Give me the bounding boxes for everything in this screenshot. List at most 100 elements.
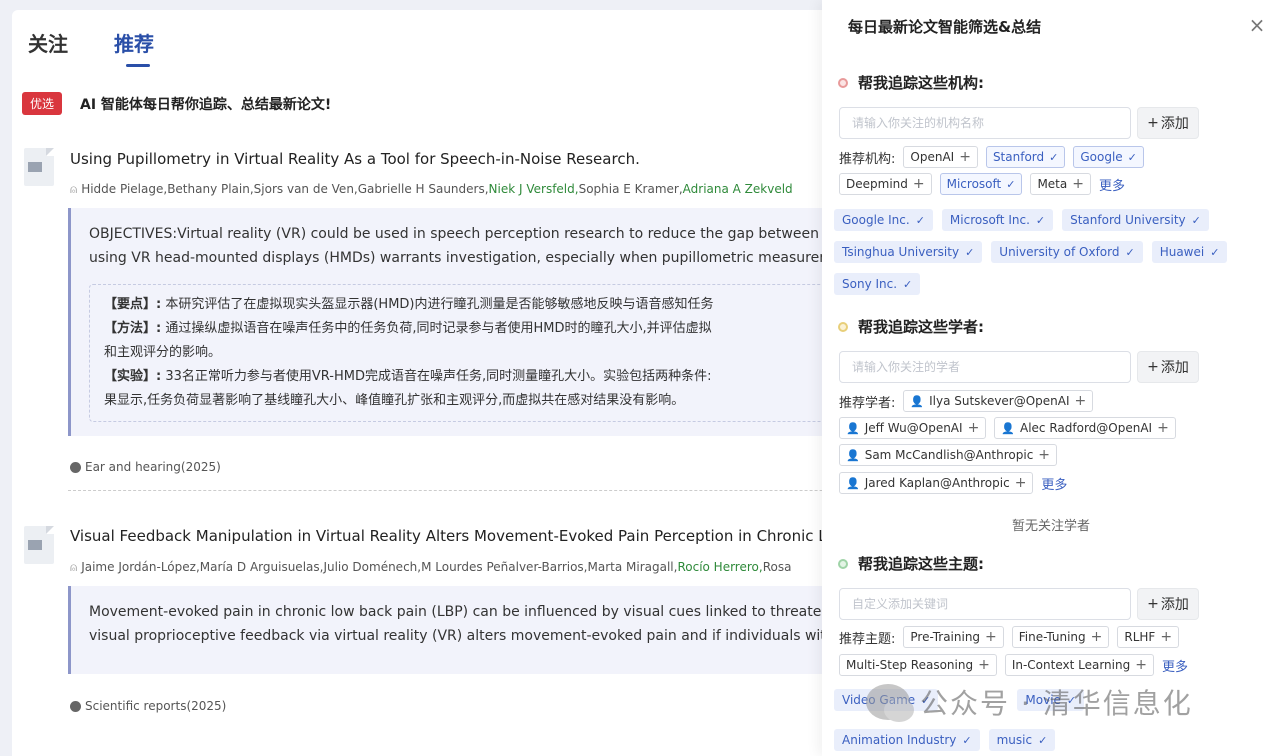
topic-chip[interactable]: Pre-Training + bbox=[903, 626, 1004, 648]
check-icon: ✓ bbox=[1125, 245, 1135, 259]
author-list: ⍝ Jaime Jordán-López, María D Arguisuela… bbox=[70, 560, 791, 575]
more-institutions-link[interactable]: 更多 bbox=[1099, 175, 1125, 194]
scholar-chip[interactable]: 👤 Alec Radford@OpenAI + bbox=[994, 417, 1176, 439]
journal-name: Scientific reports(2025) bbox=[85, 699, 227, 713]
chip-label: Sam McCandlish@Anthropic bbox=[864, 448, 1034, 462]
add-institution-button[interactable]: + 添加 bbox=[1137, 107, 1199, 139]
chip-label: Microsoft bbox=[946, 177, 1002, 191]
author-highlighted[interactable]: Rocío Herrero, bbox=[677, 560, 762, 575]
paper-title[interactable]: Visual Feedback Manipulation in Virtual … bbox=[70, 527, 836, 545]
topic-chip[interactable]: In-Context Learning + bbox=[1004, 654, 1154, 676]
summary-line: 和主观评分的影响。 bbox=[104, 341, 834, 365]
author[interactable]: Sjors van de Ven, bbox=[254, 182, 358, 197]
summary-text: 33名正常听力参与者使用VR-HMD完成语音在噪声任务,同时测量瞳孔大小。实验包… bbox=[165, 369, 712, 384]
close-icon[interactable]: × bbox=[1246, 14, 1268, 36]
add-topic-button[interactable]: + 添加 bbox=[1137, 588, 1199, 620]
add-label: 添加 bbox=[1160, 597, 1189, 613]
section-topics-heading: 帮我追踪这些主题: bbox=[838, 553, 984, 574]
scholar-chip[interactable]: 👤 Ilya Sutskever@OpenAI + bbox=[903, 390, 1094, 412]
recommended-institutions-row: Deepmind + Microsoft ✓ Meta + 更多 bbox=[839, 173, 1125, 195]
rec-label: 推荐机构: bbox=[839, 151, 896, 167]
author[interactable]: María D Arguisuelas, bbox=[200, 560, 324, 575]
author-highlighted[interactable]: Adriana A Zekveld bbox=[683, 182, 793, 197]
feed-tabs: 关注 推荐 bbox=[28, 28, 154, 67]
summary-text: 本研究评估了在虚拟现实头盔显示器(HMD)内进行瞳孔测量是否能够敏感地反映与语音… bbox=[165, 297, 714, 312]
person-icon: 👤 bbox=[910, 394, 925, 408]
rec-label: 推荐主题: bbox=[839, 631, 896, 647]
topic-keyword-input[interactable] bbox=[839, 588, 1131, 620]
more-topics-link[interactable]: 更多 bbox=[1162, 656, 1188, 675]
plus-icon: + bbox=[1074, 393, 1087, 409]
topic-chip[interactable]: RLHF + bbox=[1117, 626, 1180, 648]
tab-follow[interactable]: 关注 bbox=[28, 28, 68, 57]
selected-institution-tag[interactable]: University of Oxford ✓ bbox=[991, 241, 1143, 263]
institution-chip-stanford[interactable]: Stanford ✓ bbox=[985, 146, 1066, 168]
add-scholar-button[interactable]: + 添加 bbox=[1137, 351, 1199, 383]
more-scholars-link[interactable]: 更多 bbox=[1041, 474, 1067, 493]
summary-line: 【实验】: 33名正常听力参与者使用VR-HMD完成语音在噪声任务,同时测量瞳孔… bbox=[104, 365, 834, 389]
author[interactable]: Rosa bbox=[763, 560, 792, 575]
author[interactable]: M Lourdes Peñalver-Barrios, bbox=[421, 560, 587, 575]
chip-label: Deepmind bbox=[846, 177, 908, 191]
author[interactable]: Sophia E Kramer, bbox=[579, 182, 683, 197]
tag-label: Microsoft Inc. bbox=[949, 213, 1030, 227]
institution-chip-google[interactable]: Google ✓ bbox=[1073, 146, 1144, 168]
author[interactable]: Marta Miragall, bbox=[588, 560, 678, 575]
user-icon: ⍝ bbox=[70, 560, 78, 574]
author-list: ⍝ Hidde Pielage, Bethany Plain, Sjors va… bbox=[70, 182, 793, 197]
plus-icon: + bbox=[1072, 176, 1084, 192]
scholar-chip[interactable]: 👤 Jeff Wu@OpenAI + bbox=[839, 417, 987, 439]
chip-label: Google bbox=[1080, 150, 1123, 164]
paper-title[interactable]: Using Pupillometry in Virtual Reality As… bbox=[70, 150, 640, 168]
institution-chip-meta[interactable]: Meta + bbox=[1030, 173, 1091, 195]
selected-institution-tag[interactable]: Huawei ✓ bbox=[1151, 241, 1228, 263]
check-icon: ✓ bbox=[1049, 150, 1059, 164]
check-icon: ✓ bbox=[915, 213, 925, 227]
check-icon: ✓ bbox=[1006, 177, 1016, 191]
selected-institution-tag[interactable]: Google Inc. ✓ bbox=[834, 209, 933, 231]
recommended-institutions-row: 推荐机构: OpenAI + Stanford ✓ Google ✓ bbox=[839, 146, 1144, 168]
tag-label: Animation Industry bbox=[842, 733, 957, 747]
institution-input[interactable] bbox=[839, 107, 1131, 139]
selected-institution-tag[interactable]: Microsoft Inc. ✓ bbox=[941, 209, 1054, 231]
author-highlighted[interactable]: Niek J Versfeld, bbox=[489, 182, 579, 197]
topic-chip[interactable]: Multi-Step Reasoning + bbox=[839, 654, 997, 676]
check-icon: ✓ bbox=[962, 733, 972, 747]
summary-key: 【方法】: bbox=[104, 321, 162, 336]
chip-label: OpenAI bbox=[910, 150, 955, 164]
author[interactable]: Hidde Pielage, bbox=[81, 182, 167, 197]
recommended-topics-row: Multi-Step Reasoning + In-Context Learnin… bbox=[839, 654, 1188, 676]
chip-label: RLHF bbox=[1124, 630, 1156, 644]
tag-label: Google Inc. bbox=[842, 213, 910, 227]
institution-chip-deepmind[interactable]: Deepmind + bbox=[839, 173, 932, 195]
rec-label: 推荐学者: bbox=[839, 395, 896, 411]
selected-institution-tag[interactable]: Tsinghua University ✓ bbox=[834, 241, 983, 263]
selected-topic-tag[interactable]: Animation Industry ✓ bbox=[834, 729, 980, 751]
author[interactable]: Jaime Jordán-López, bbox=[81, 560, 200, 575]
scholar-chip[interactable]: 👤 Sam McCandlish@Anthropic + bbox=[839, 444, 1058, 466]
topic-chip[interactable]: Fine-Tuning + bbox=[1011, 626, 1110, 648]
institution-chip-openai[interactable]: OpenAI + bbox=[903, 146, 978, 168]
chip-label: Ilya Sutskever@OpenAI bbox=[929, 394, 1070, 408]
tab-recommend[interactable]: 推荐 bbox=[114, 28, 154, 67]
scholar-input[interactable] bbox=[839, 351, 1131, 383]
institution-chip-microsoft[interactable]: Microsoft ✓ bbox=[939, 173, 1023, 195]
plus-icon: + bbox=[1147, 115, 1159, 131]
selected-institution-tag[interactable]: Sony Inc. ✓ bbox=[834, 273, 921, 295]
section-institutions-heading: 帮我追踪这些机构: bbox=[838, 72, 984, 93]
plus-icon: + bbox=[1160, 629, 1173, 645]
person-icon: 👤 bbox=[846, 448, 860, 462]
section-title: 帮我追踪这些学者: bbox=[858, 318, 984, 336]
selected-topic-tag[interactable]: music ✓ bbox=[988, 729, 1056, 751]
author[interactable]: Bethany Plain, bbox=[167, 182, 253, 197]
author[interactable]: Julio Doménech, bbox=[323, 560, 421, 575]
check-icon: ✓ bbox=[1210, 245, 1220, 259]
author[interactable]: Gabrielle H Saunders, bbox=[358, 182, 489, 197]
scholar-chip[interactable]: 👤 Jared Kaplan@Anthropic + bbox=[839, 472, 1034, 494]
section-dot-icon bbox=[838, 77, 848, 88]
recommended-scholars-row: 👤 Jared Kaplan@Anthropic + 更多 bbox=[839, 472, 1067, 494]
tag-label: Stanford University bbox=[1070, 213, 1186, 227]
selected-institution-tag[interactable]: Stanford University ✓ bbox=[1062, 209, 1209, 231]
promo-banner: 优选 AI 智能体每日帮你追踪、总结最新论文! bbox=[22, 92, 331, 115]
plus-icon: + bbox=[985, 629, 997, 645]
